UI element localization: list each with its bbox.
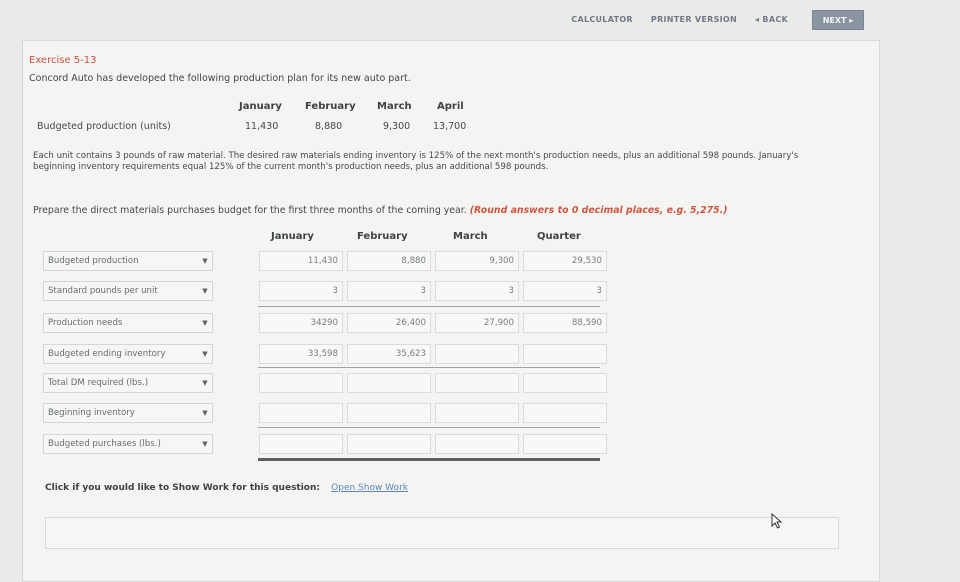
plan-value-february: 8,880 — [315, 121, 343, 132]
row-label: Budgeted purchases (lbs.) — [48, 439, 161, 449]
mouse-cursor-icon — [771, 513, 783, 529]
budget-header-january: January — [271, 231, 314, 242]
question-panel: Exercise 5-13 Concord Auto has developed… — [22, 40, 880, 582]
cell-beginning-inventory-quarter[interactable] — [523, 403, 607, 423]
cell-total-dm-quarter[interactable] — [523, 373, 607, 393]
budget-header-february: February — [357, 231, 408, 242]
prepare-instruction: Prepare the direct materials purchases b… — [33, 205, 728, 216]
cell-budgeted-purchases-january[interactable] — [259, 434, 343, 454]
exercise-title: Exercise 5-13 — [29, 55, 97, 66]
cell-production-needs-january[interactable]: 34290 — [259, 313, 343, 333]
cell-budgeted-production-march[interactable]: 9,300 — [435, 251, 519, 271]
show-work-prompt: Click if you would like to Show Work for… — [45, 483, 408, 493]
next-button[interactable]: NEXT ▸ — [812, 10, 864, 30]
row-select-total-dm-required[interactable]: Total DM required (lbs.) ▼ — [43, 373, 213, 393]
row-label: Budgeted production — [48, 256, 139, 266]
budget-header-quarter: Quarter — [537, 231, 581, 242]
subtotal-divider — [258, 427, 600, 428]
show-work-text: Click if you would like to Show Work for… — [45, 483, 320, 493]
plan-row-label: Budgeted production (units) — [37, 121, 171, 132]
cell-ending-inventory-january[interactable]: 33,598 — [259, 344, 343, 364]
total-double-underline — [258, 458, 600, 461]
plan-header-february: February — [305, 101, 356, 112]
cell-budgeted-production-february[interactable]: 8,880 — [347, 251, 431, 271]
rounding-hint: (Round answers to 0 decimal places, e.g.… — [469, 205, 728, 216]
cell-ending-inventory-quarter[interactable] — [523, 344, 607, 364]
row-select-budgeted-production[interactable]: Budgeted production ▼ — [43, 251, 213, 271]
budget-header-march: March — [453, 231, 488, 242]
cell-total-dm-january[interactable] — [259, 373, 343, 393]
cell-production-needs-march[interactable]: 27,900 — [435, 313, 519, 333]
plan-value-march: 9,300 — [383, 121, 411, 132]
cell-budgeted-production-january[interactable]: 11,430 — [259, 251, 343, 271]
cell-ending-inventory-february[interactable]: 35,623 — [347, 344, 431, 364]
back-button[interactable]: ◂ BACK — [755, 15, 788, 24]
dropdown-caret-icon: ▼ — [202, 379, 208, 387]
plan-header-january: January — [239, 101, 282, 112]
cell-production-needs-quarter[interactable]: 88,590 — [523, 313, 607, 333]
plan-header-april: April — [437, 101, 464, 112]
show-work-box — [45, 517, 839, 549]
row-label: Total DM required (lbs.) — [48, 378, 149, 388]
dropdown-caret-icon: ▼ — [202, 350, 208, 358]
cell-standard-pounds-february[interactable]: 3 — [347, 281, 431, 301]
cell-production-needs-february[interactable]: 26,400 — [347, 313, 431, 333]
cell-beginning-inventory-february[interactable] — [347, 403, 431, 423]
cell-budgeted-purchases-february[interactable] — [347, 434, 431, 454]
cell-standard-pounds-quarter[interactable]: 3 — [523, 281, 607, 301]
open-show-work-link[interactable]: Open Show Work — [331, 483, 408, 493]
dropdown-caret-icon: ▼ — [202, 257, 208, 265]
cell-ending-inventory-march[interactable] — [435, 344, 519, 364]
row-select-standard-pounds[interactable]: Standard pounds per unit ▼ — [43, 281, 213, 301]
row-select-beginning-inventory[interactable]: Beginning inventory ▼ — [43, 403, 213, 423]
cell-standard-pounds-march[interactable]: 3 — [435, 281, 519, 301]
subtotal-divider — [258, 306, 600, 307]
cell-beginning-inventory-january[interactable] — [259, 403, 343, 423]
dropdown-caret-icon: ▼ — [202, 440, 208, 448]
cell-total-dm-march[interactable] — [435, 373, 519, 393]
problem-description: Each unit contains 3 pounds of raw mater… — [33, 151, 799, 172]
cell-budgeted-purchases-quarter[interactable] — [523, 434, 607, 454]
cell-total-dm-february[interactable] — [347, 373, 431, 393]
plan-value-april: 13,700 — [433, 121, 467, 132]
dropdown-caret-icon: ▼ — [202, 409, 208, 417]
row-label: Beginning inventory — [48, 408, 135, 418]
row-label: Production needs — [48, 318, 123, 328]
cell-budgeted-production-quarter[interactable]: 29,530 — [523, 251, 607, 271]
exercise-intro: Concord Auto has developed the following… — [29, 73, 411, 84]
plan-value-january: 11,430 — [245, 121, 279, 132]
cell-beginning-inventory-march[interactable] — [435, 403, 519, 423]
cell-standard-pounds-january[interactable]: 3 — [259, 281, 343, 301]
dropdown-caret-icon: ▼ — [202, 319, 208, 327]
row-label: Standard pounds per unit — [48, 286, 158, 296]
cell-budgeted-purchases-march[interactable] — [435, 434, 519, 454]
dropdown-caret-icon: ▼ — [202, 287, 208, 295]
row-select-budgeted-ending-inventory[interactable]: Budgeted ending inventory ▼ — [43, 344, 213, 364]
row-select-production-needs[interactable]: Production needs ▼ — [43, 313, 213, 333]
plan-header-march: March — [377, 101, 412, 112]
row-label: Budgeted ending inventory — [48, 349, 166, 359]
calculator-button[interactable]: CALCULATOR — [571, 15, 633, 24]
subtotal-divider — [258, 367, 600, 368]
row-select-budgeted-purchases[interactable]: Budgeted purchases (lbs.) ▼ — [43, 434, 213, 454]
printer-version-button[interactable]: PRINTER VERSION — [651, 15, 737, 24]
prepare-text: Prepare the direct materials purchases b… — [33, 205, 467, 216]
